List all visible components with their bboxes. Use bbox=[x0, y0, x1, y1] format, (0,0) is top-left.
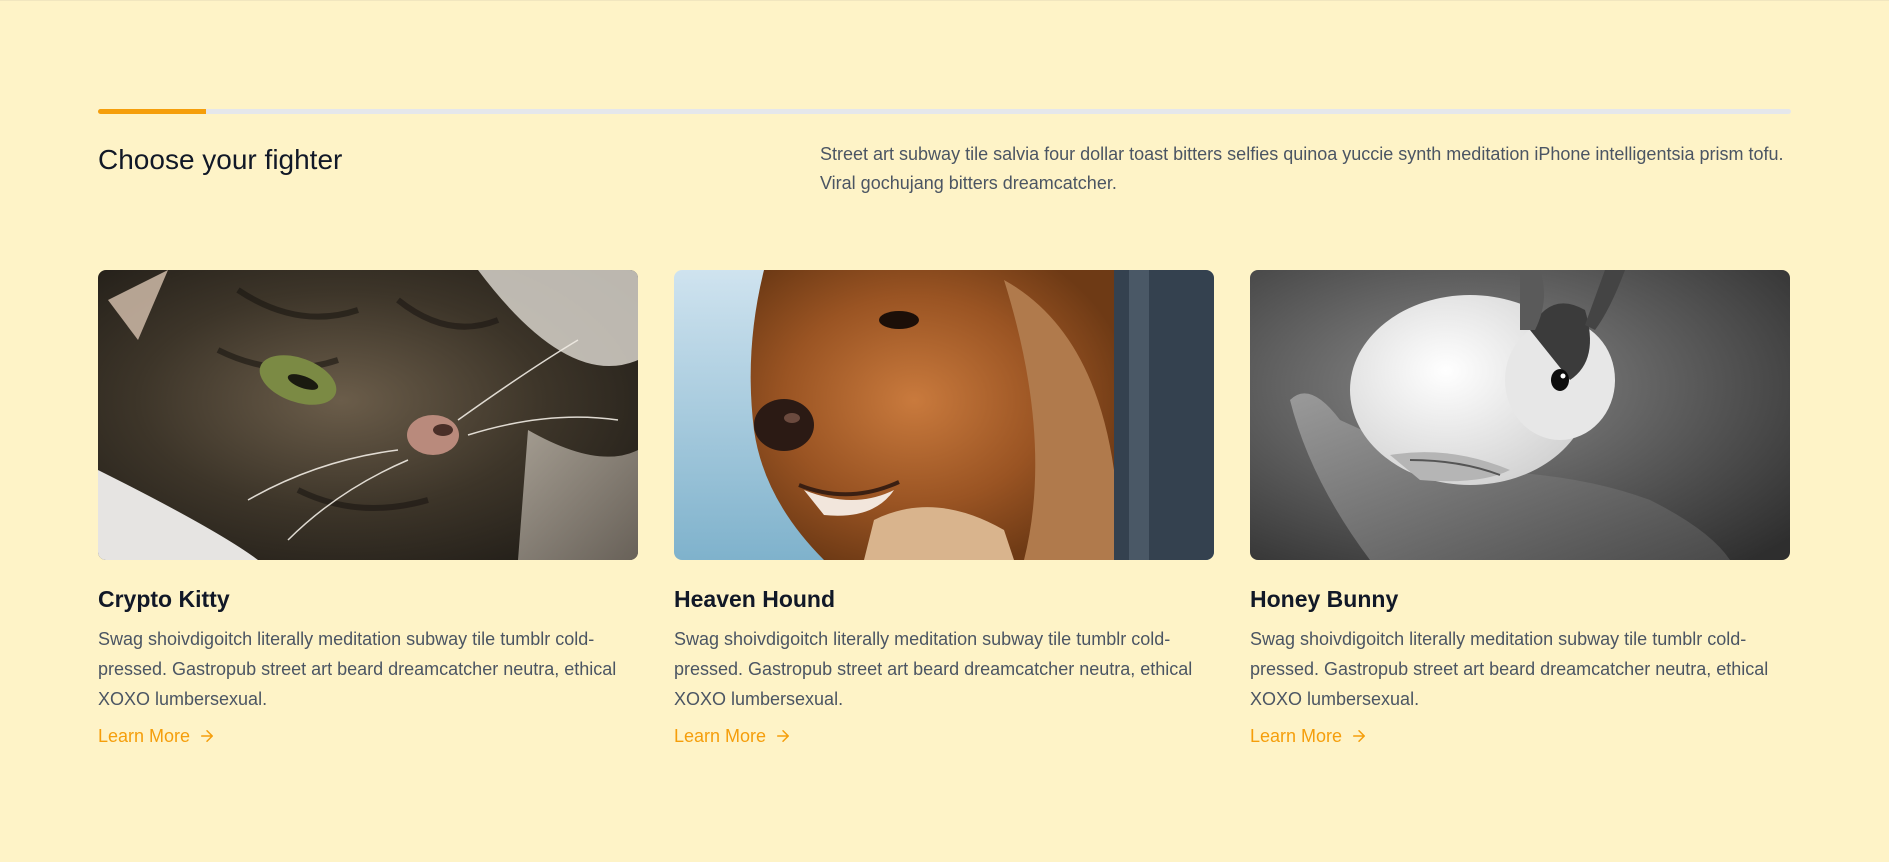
dog-photo bbox=[674, 270, 1214, 560]
progress-bar bbox=[98, 109, 1791, 114]
arrow-right-icon bbox=[1350, 727, 1368, 745]
card-description: Swag shoivdigoitch literally meditation … bbox=[1250, 628, 1769, 709]
content-section: Choose your fighter Street art subway ti… bbox=[98, 109, 1791, 747]
arrow-right-icon bbox=[774, 727, 792, 745]
learn-more-link[interactable]: Learn More bbox=[1250, 726, 1368, 747]
card-title: Honey Bunny bbox=[1250, 586, 1399, 612]
section-description: Street art subway tile salvia four dolla… bbox=[820, 144, 1784, 193]
learn-more-label: Learn More bbox=[1250, 725, 1343, 746]
learn-more-link[interactable]: Learn More bbox=[674, 726, 792, 747]
learn-more-label: Learn More bbox=[98, 725, 191, 746]
card-title: Crypto Kitty bbox=[98, 586, 230, 612]
section-title: Choose your fighter bbox=[98, 144, 343, 175]
card-description: Swag shoivdigoitch literally meditation … bbox=[674, 628, 1193, 709]
cat-photo bbox=[98, 270, 638, 560]
rabbit-photo bbox=[1250, 270, 1790, 560]
progress-bar-fill bbox=[98, 109, 207, 114]
card-honey-bunny: Honey Bunny Swag shoivdigoitch literally… bbox=[1250, 270, 1790, 747]
card-crypto-kitty: Crypto Kitty Swag shoivdigoitch literall… bbox=[98, 270, 638, 747]
card-description: Swag shoivdigoitch literally meditation … bbox=[98, 628, 617, 709]
learn-more-label: Learn More bbox=[674, 725, 767, 746]
arrow-right-icon bbox=[198, 727, 216, 745]
page: Choose your fighter Street art subway ti… bbox=[0, 0, 1889, 862]
learn-more-link[interactable]: Learn More bbox=[98, 726, 216, 747]
card-heaven-hound: Heaven Hound Swag shoivdigoitch literall… bbox=[674, 270, 1214, 747]
section-header: Choose your fighter Street art subway ti… bbox=[98, 143, 1791, 198]
card-list: Crypto Kitty Swag shoivdigoitch literall… bbox=[98, 270, 1791, 747]
card-title: Heaven Hound bbox=[674, 586, 836, 612]
